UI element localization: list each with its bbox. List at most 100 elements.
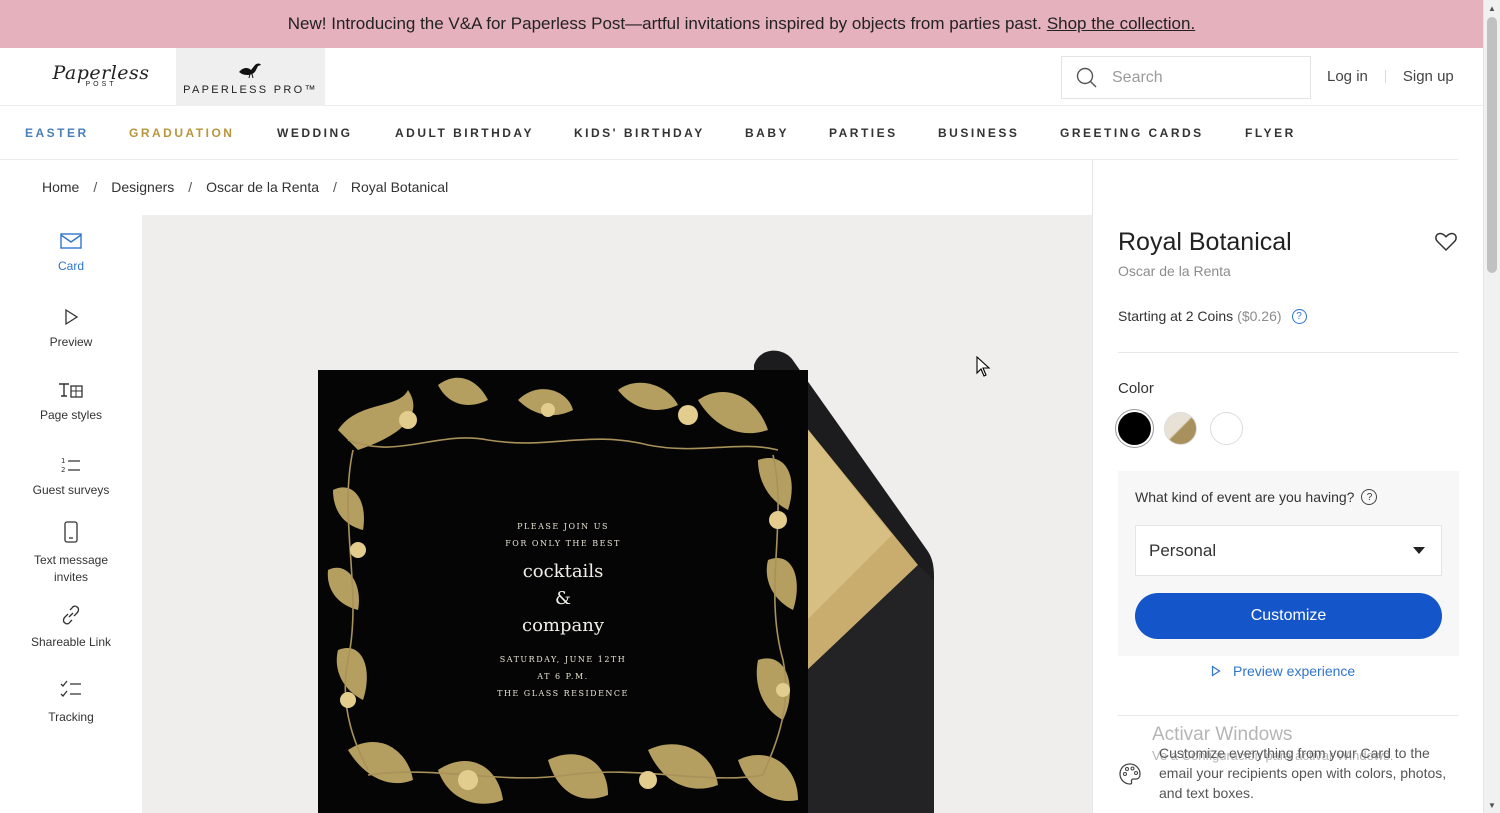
tool-page-styles[interactable]: Page styles [0,380,142,422]
nav-item-parties[interactable]: PARTIES [829,126,898,140]
breadcrumb: Home / Designers / Oscar de la Renta / R… [42,179,448,195]
tool-shareable-link[interactable]: Shareable Link [0,603,142,649]
signup-link[interactable]: Sign up [1403,68,1454,85]
invitation-card-text: PLEASE JOIN US FOR ONLY THE BEST cocktai… [463,518,663,702]
login-link[interactable]: Log in [1327,68,1368,85]
auth-divider [1384,70,1386,83]
numbered-list-icon: 1 2 [61,457,80,474]
tool-card[interactable]: Card [0,231,142,273]
promo-banner: New! Introducing the V&A for Paperless P… [0,0,1483,48]
nav-item-baby[interactable]: BABY [745,126,789,140]
link-icon [62,605,80,625]
tool-tracking[interactable]: Tracking [0,678,142,724]
play-icon [1211,665,1221,677]
play-icon [65,308,79,326]
product-title: Royal Botanical [1118,228,1292,256]
color-label: Color [1118,380,1154,397]
breadcrumb-royal-botanical: Royal Botanical [350,179,449,195]
nav-item-kids-birthday[interactable]: KIDS' BIRTHDAY [574,126,705,140]
paperless-pro-label: PAPERLESS PRO™ [183,84,318,96]
paperless-post-logo[interactable]: Paperless POST [50,62,152,88]
card-time: AT 6 P.M. [537,672,589,681]
card-headline-2: & [554,588,572,609]
search-icon [1076,67,1097,87]
color-swatch-gold[interactable] [1164,412,1197,445]
nav-item-business[interactable]: BUSINESS [938,126,1019,140]
shop-collection-link[interactable]: Shop the collection. [1047,14,1195,34]
search-box[interactable] [1061,56,1311,99]
favorite-heart-icon[interactable] [1435,232,1457,252]
price-help-icon[interactable]: ? [1291,308,1307,324]
tool-guest-surveys[interactable]: 1 2 Guest surveys [0,455,142,497]
scroll-down-arrow-icon[interactable]: ▼ [1484,797,1500,813]
tool-tracking-label: Tracking [48,710,94,724]
product-designer[interactable]: Oscar de la Renta [1118,263,1231,279]
event-type-select[interactable]: Personal [1135,525,1442,576]
card-date: SATURDAY, JUNE 12TH [499,655,627,664]
divider [1118,352,1459,353]
customize-button[interactable]: Customize [1135,593,1442,639]
nav-item-adult-birthday[interactable]: ADULT BIRTHDAY [395,126,534,140]
nav-item-flyer[interactable]: FLYER [1245,126,1296,140]
paperless-pro-tab[interactable]: PAPERLESS PRO™ [176,48,325,106]
envelope-icon [60,233,82,249]
card-headline-1: cocktails [522,561,604,582]
search-input[interactable] [1112,68,1292,87]
promo-banner-text: New! Introducing the V&A for Paperless P… [287,14,1042,33]
palette-icon [1119,763,1141,785]
page-styles-icon [59,383,83,398]
tool-preview-label: Preview [49,335,93,349]
scrollbar-thumb[interactable] [1487,17,1497,273]
color-swatch-white[interactable] [1210,412,1243,445]
price-usd: ($0.26) [1237,308,1282,324]
event-type-box: What kind of event are you having? ? Per… [1118,471,1459,656]
event-help-icon[interactable]: ? [1361,489,1378,505]
breadcrumb-separator: / [93,179,98,195]
feature-description: Customize everything from your Card to t… [1159,745,1447,801]
scroll-up-arrow-icon[interactable]: ▲ [1484,0,1500,16]
event-question-text: What kind of event are you having? [1135,489,1355,505]
invitation-card-image[interactable]: PLEASE JOIN US FOR ONLY THE BEST cocktai… [318,370,808,813]
breadcrumb-separator: / [188,179,193,195]
product-panel: Royal Botanical Oscar de la Renta Starti… [1092,160,1483,813]
nav-item-wedding[interactable]: WEDDING [277,126,353,140]
tool-guest-surveys-label: Guest surveys [32,483,110,497]
event-type-value: Personal [1149,540,1217,560]
tool-text-message-invites-label: Text message invites [33,553,109,584]
card-line-1: PLEASE JOIN US [517,522,609,531]
phone-icon [64,521,78,543]
preview-experience-label: Preview experience [1233,663,1356,679]
nav-item-graduation[interactable]: GRADUATION [129,126,234,140]
bird-icon [239,63,261,79]
product-price: Starting at 2 Coins ($0.26) ? [1118,308,1307,324]
tool-preview[interactable]: Preview [0,307,142,349]
category-nav: EASTER GRADUATION WEDDING ADULT BIRTHDAY… [0,107,1458,160]
breadcrumb-separator: / [333,179,337,195]
card-place: THE GLASS RESIDENCE [497,689,629,698]
breadcrumb-oscar-de-la-renta[interactable]: Oscar de la Renta [206,179,319,195]
breadcrumb-designers[interactable]: Designers [111,179,174,195]
tool-shareable-link-label: Shareable Link [30,635,112,649]
tool-page-styles-label: Page styles [39,408,103,422]
nav-item-greeting-cards[interactable]: GREETING CARDS [1060,126,1204,140]
card-preview-stage: PLEASE JOIN US FOR ONLY THE BEST cocktai… [142,215,1092,813]
chevron-down-icon [1413,547,1425,554]
breadcrumb-home[interactable]: Home [42,179,79,195]
svg-text:2: 2 [61,466,65,474]
price-coins: Starting at 2 Coins [1118,308,1234,324]
tool-card-label: Card [57,259,84,273]
mouse-cursor-icon [976,356,991,377]
color-swatch-black[interactable] [1118,412,1151,445]
checklist-icon [60,680,81,697]
divider [1118,715,1459,716]
site-header: Paperless POST PAPERLESS PRO™ Log in Sig… [0,48,1483,106]
event-question: What kind of event are you having? ? [1135,489,1378,505]
page-scrollbar[interactable]: ▲ ▼ [1483,0,1500,813]
tool-text-message-invites[interactable]: Text message invites [0,520,142,586]
preview-experience-link[interactable]: Preview experience [1211,663,1355,679]
card-headline: cocktails & company [463,558,663,639]
nav-item-easter[interactable]: EASTER [25,126,89,140]
svg-text:1: 1 [61,457,65,465]
card-headline-3: company [521,615,604,636]
card-line-2: FOR ONLY THE BEST [505,539,621,548]
